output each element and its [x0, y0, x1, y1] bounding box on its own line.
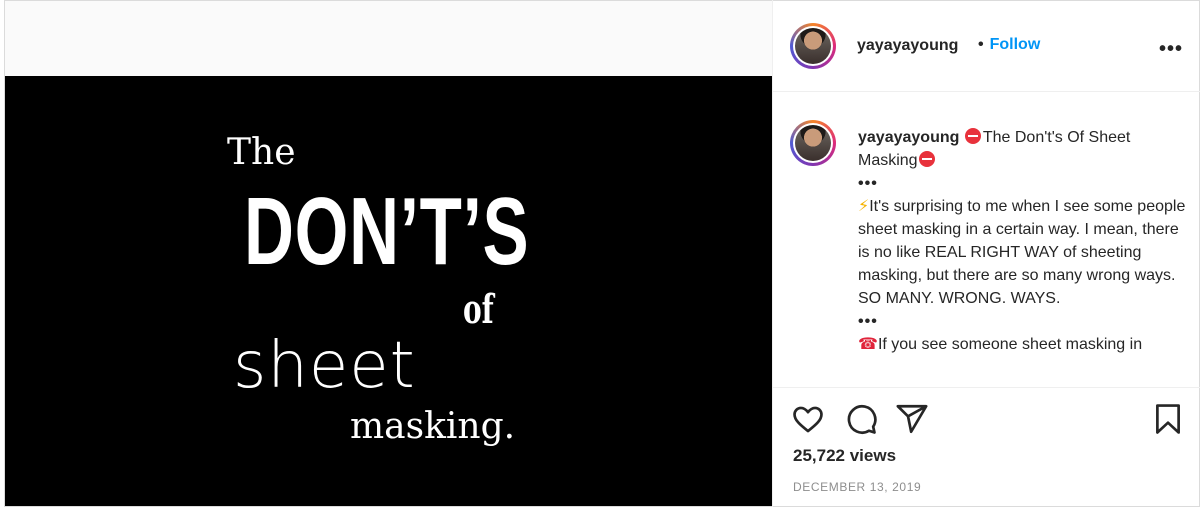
lightning-icon: ⚡	[858, 198, 870, 215]
view-count[interactable]: 25,722 views	[793, 446, 896, 466]
caption-paragraph-2: If you see someone sheet masking in	[877, 336, 1143, 353]
caption-username[interactable]: yayayayoung	[858, 129, 959, 146]
post-header: yayayayoung • Follow •••	[773, 0, 1200, 92]
media-text-of: of	[463, 286, 494, 333]
telephone-icon: ☎	[858, 336, 878, 353]
caption-separator: •••	[858, 313, 878, 330]
comment-icon[interactable]	[844, 402, 878, 436]
post-date[interactable]: DECEMBER 13, 2019	[793, 480, 921, 494]
avatar[interactable]	[790, 23, 836, 69]
post-caption: yayayayoung The Don't's Of Sheet Masking…	[773, 93, 1200, 387]
avatar-image	[795, 125, 831, 161]
media-top-bar	[5, 1, 772, 76]
media-text-the: The	[227, 132, 296, 173]
avatar-image	[795, 28, 831, 64]
caption-paragraph-1: It's surprising to me when I see some pe…	[858, 198, 1186, 307]
media-text-masking: masking.	[350, 406, 516, 447]
caption-avatar[interactable]	[790, 120, 836, 166]
post-video[interactable]: The DON’T’S of sheet masking.	[5, 76, 772, 506]
post-actions: 25,722 views DECEMBER 13, 2019	[773, 387, 1200, 507]
stop-sign-icon	[964, 128, 981, 144]
separator-dot: •	[978, 36, 984, 53]
caption-text: yayayayoung The Don't's Of Sheet Masking…	[858, 126, 1188, 356]
heart-icon[interactable]	[791, 402, 825, 436]
bookmark-icon[interactable]	[1151, 402, 1185, 436]
header-username[interactable]: yayayayoung	[857, 37, 958, 55]
follow-label: Follow	[989, 36, 1041, 53]
caption-separator: •••	[858, 175, 878, 192]
more-options-icon[interactable]: •••	[1159, 38, 1183, 61]
media-text-sheet: sheet	[233, 329, 416, 403]
follow-button[interactable]: • Follow	[978, 36, 1040, 54]
stop-sign-icon	[918, 151, 935, 167]
media-text-donts: DON’T’S	[244, 178, 530, 285]
share-icon[interactable]	[895, 402, 929, 436]
